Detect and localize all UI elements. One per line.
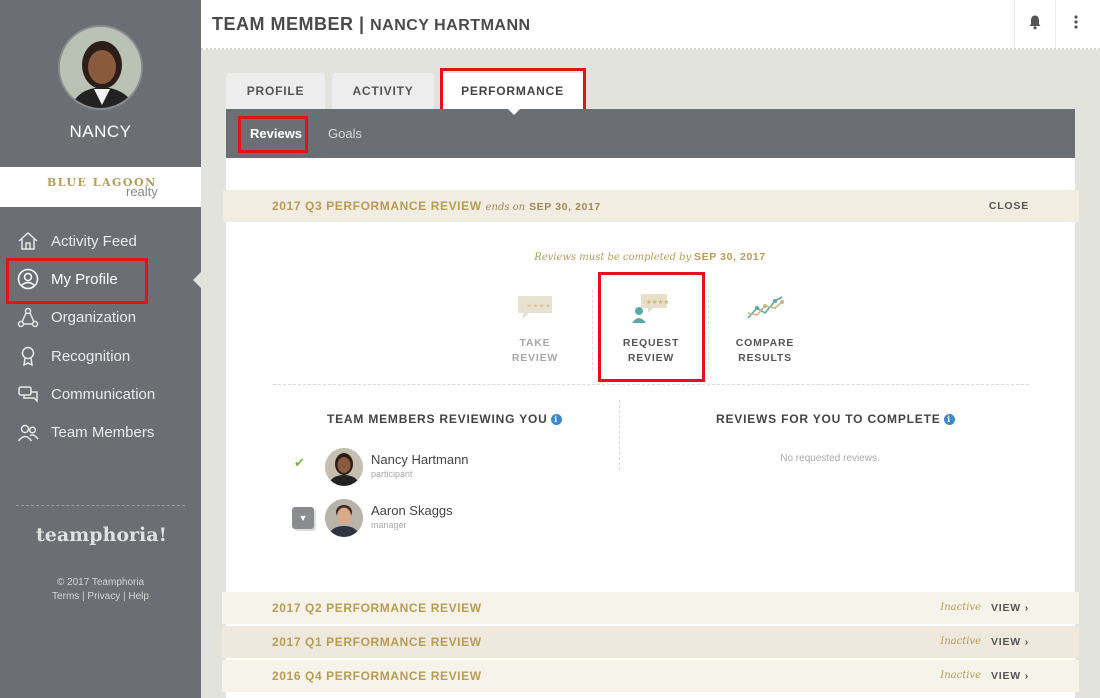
avatar [325, 499, 363, 537]
past-review-status: Inactive [940, 670, 981, 681]
compare-results-button[interactable]: COMPARE RESULTS [720, 290, 810, 366]
page-title-main: TEAM MEMBER [212, 14, 354, 34]
sidebar-item-recognition[interactable]: Recognition [0, 337, 201, 375]
action-divider [708, 290, 709, 370]
highlight-box-performance-tab [440, 68, 586, 113]
no-requested-reviews-text: No requested reviews. [780, 453, 880, 464]
active-nav-caret [193, 272, 201, 288]
past-review-title: 2017 Q2 PERFORMANCE REVIEW [272, 601, 482, 615]
info-icon[interactable]: i [550, 414, 562, 425]
ribbon-icon [16, 344, 40, 368]
kebab-menu-icon [1073, 14, 1079, 35]
highlight-box-request-review [598, 272, 705, 382]
bell-icon [1027, 14, 1043, 35]
company-brand-band: BLUE LAGOON realty [0, 167, 201, 207]
sidebar-item-communication[interactable]: Communication [0, 375, 201, 413]
reviewer-role: manager [371, 520, 407, 530]
subtab-goals[interactable]: Goals [328, 126, 362, 141]
sidebar-item-label: Team Members [51, 424, 155, 442]
checkmark-icon: ✔ [294, 455, 305, 470]
reviewing-you-title: TEAM MEMBERS REVIEWING YOU [327, 412, 548, 426]
page-title: TEAM MEMBER | NANCY HARTMANN [212, 14, 531, 35]
sidebar-item-organization[interactable]: Organization [0, 299, 201, 337]
reviewer-role: participant [371, 469, 413, 479]
sidebar-item-label: Organization [51, 309, 137, 327]
to-complete-title: REVIEWS FOR YOU TO COMPLETE [716, 412, 941, 426]
due-date: SEP 30, 2017 [694, 251, 766, 263]
reviewer-dropdown-button[interactable]: ▼ [292, 507, 314, 529]
past-review-title: 2016 Q4 PERFORMANCE REVIEW [272, 669, 482, 683]
sidebar-footer: © 2017 Teamphoria Terms | Privacy | Help [0, 576, 201, 604]
view-review-link[interactable]: VIEW › [991, 602, 1029, 614]
view-review-link[interactable]: VIEW › [991, 670, 1029, 682]
sidebar-item-label: Recognition [51, 347, 131, 365]
take-review-label: TAKE REVIEW [490, 336, 580, 366]
highlight-box-my-profile [6, 258, 148, 304]
notifications-button[interactable] [1014, 0, 1054, 48]
past-review-title: 2017 Q1 PERFORMANCE REVIEW [272, 635, 482, 649]
more-options-button[interactable] [1055, 0, 1095, 48]
sidebar-divider [16, 505, 185, 506]
review-title-text: 2017 Q3 PERFORMANCE REVIEW [272, 199, 482, 213]
past-review-row[interactable]: 2017 Q2 PERFORMANCE REVIEW Inactive VIEW… [222, 592, 1079, 624]
take-review-label-line2: REVIEW [511, 352, 559, 364]
active-tab-notch [508, 109, 520, 115]
review-title: 2017 Q3 PERFORMANCE REVIEW ends on SEP 3… [272, 199, 601, 213]
review-due-notice: Reviews must be completed by SEP 30, 201… [0, 251, 1100, 263]
past-review-status: Inactive [940, 636, 981, 647]
past-review-status: Inactive [940, 602, 981, 613]
highlight-box-reviews-subtab [238, 116, 308, 153]
action-divider [592, 290, 593, 370]
to-complete-heading: REVIEWS FOR YOU TO COMPLETE i [716, 412, 955, 426]
title-separator: | [359, 14, 365, 34]
tab-profile[interactable]: PROFILE [226, 73, 325, 109]
past-review-row[interactable]: 2017 Q1 PERFORMANCE REVIEW Inactive VIEW… [222, 626, 1079, 658]
speech-bubble-stars-icon: ★★★★ [490, 290, 580, 326]
tab-activity[interactable]: ACTIVITY [332, 73, 434, 109]
review-ends-date: SEP 30, 2017 [529, 201, 601, 213]
view-review-link[interactable]: VIEW › [991, 636, 1029, 648]
section-divider [273, 384, 1029, 385]
compare-results-label-line1: COMPARE [735, 337, 795, 349]
sidebar-item-label: Communication [51, 385, 156, 403]
compare-results-label-line2: RESULTS [738, 352, 792, 364]
teamphoria-logo: teamphoria! [36, 524, 167, 546]
sidebar-item-team-members[interactable]: Team Members [0, 413, 201, 451]
copyright-text: © 2017 Teamphoria [56, 577, 145, 588]
take-review-label-line1: TAKE [519, 337, 551, 349]
reviewer-name: Aaron Skaggs [371, 503, 453, 518]
compare-results-label: COMPARE RESULTS [720, 336, 810, 366]
avatar [325, 448, 363, 486]
sidebar: NANCY BLUE LAGOON realty Activity Feed M… [0, 0, 201, 698]
review-ends-label: ends on [485, 202, 526, 213]
info-icon[interactable]: i [943, 414, 955, 425]
page-title-member-name: NANCY HARTMANN [370, 17, 531, 34]
chat-bubbles-icon [16, 382, 40, 406]
reviewing-you-heading: TEAM MEMBERS REVIEWING YOU i [327, 412, 562, 426]
footer-links[interactable]: Terms | Privacy | Help [0, 590, 201, 604]
trend-line-chart-icon [720, 290, 810, 326]
user-name: NANCY [69, 122, 132, 141]
sidebar-item-label: Activity Feed [51, 232, 137, 250]
reviewer-name: Nancy Hartmann [371, 452, 469, 467]
home-icon [16, 229, 40, 253]
top-header: TEAM MEMBER | NANCY HARTMANN [201, 0, 1100, 50]
caret-down-icon: ▼ [298, 513, 308, 523]
past-review-row[interactable]: 2016 Q4 PERFORMANCE REVIEW Inactive VIEW… [222, 660, 1079, 692]
svg-text:★★★★: ★★★★ [526, 302, 551, 310]
brand-logo-secondary: realty [126, 184, 158, 199]
due-text: Reviews must be completed by [534, 252, 692, 263]
people-icon [16, 421, 40, 445]
current-review-header: 2017 Q3 PERFORMANCE REVIEW ends on SEP 3… [223, 190, 1079, 222]
close-review-button[interactable]: CLOSE [989, 200, 1029, 212]
take-review-button[interactable]: ★★★★ TAKE REVIEW [490, 290, 580, 366]
profile-avatar[interactable] [58, 25, 143, 110]
org-chart-icon [16, 306, 40, 330]
